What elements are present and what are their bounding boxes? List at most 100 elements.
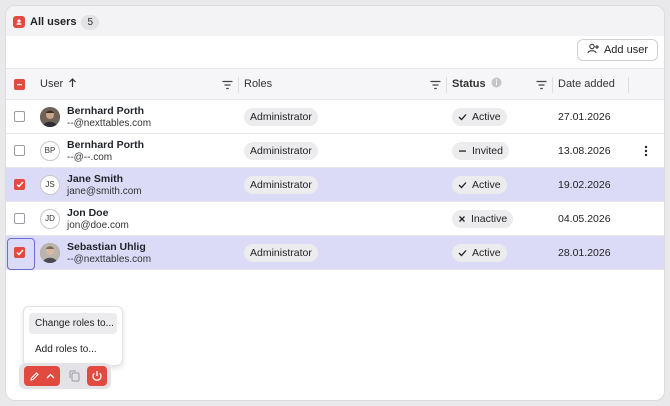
edit-dropdown-button[interactable] (24, 366, 60, 386)
roles-filter-icon[interactable] (430, 79, 441, 93)
status-cell: Active (452, 100, 552, 133)
user-cell: JD Jon Doe jon@doe.com (40, 202, 236, 235)
row-checkbox[interactable] (14, 111, 25, 122)
table-row[interactable]: JS Jane Smith jane@smith.com Administrat… (6, 168, 664, 202)
date-cell: 27.01.2026 (558, 100, 628, 133)
check-icon (458, 181, 467, 188)
status-badge: Active (452, 175, 507, 194)
tab-label: All users (30, 16, 77, 28)
user-cell: BP Bernhard Porth --@--.com (40, 134, 236, 167)
avatar (40, 106, 60, 127)
date-cell: 04.05.2026 (558, 202, 628, 235)
user-cell: Sebastian Uhlig --@nexttables.com (40, 236, 236, 269)
more-vertical-icon[interactable] (644, 145, 648, 157)
column-divider (238, 77, 239, 93)
status-filter-icon[interactable] (536, 79, 547, 93)
column-user[interactable]: User (40, 69, 236, 99)
add-user-label: Add user (603, 44, 648, 56)
table-row[interactable]: Sebastian Uhlig --@nexttables.com Admini… (6, 236, 664, 270)
roles-cell: Administrator (244, 134, 442, 167)
table-row[interactable]: BP Bernhard Porth --@--.com Administrato… (6, 134, 664, 168)
avatar: JS (40, 174, 60, 195)
info-icon[interactable] (491, 77, 502, 91)
add-user-button[interactable]: Add user (576, 39, 658, 61)
status-badge: Inactive (452, 209, 514, 228)
row-checkbox[interactable] (14, 145, 25, 156)
users-panel: All users 5 Add user User Roles Status D… (5, 5, 665, 401)
bulk-actions-popup: Change roles to... Add roles to... (23, 306, 123, 366)
role-chip: Administrator (244, 141, 318, 160)
row-checkbox-cell (14, 168, 32, 201)
avatar (40, 242, 60, 263)
status-label: Invited (472, 144, 503, 157)
add-user-icon (587, 43, 599, 57)
avatar: JD (40, 208, 60, 229)
user-filter-icon[interactable] (222, 79, 233, 93)
chevron-up-icon (46, 373, 55, 379)
role-chip: Administrator (244, 175, 318, 194)
user-email: --@nexttables.com (67, 117, 152, 129)
row-checkbox[interactable] (14, 179, 25, 190)
check-icon (458, 249, 467, 256)
column-date-added[interactable]: Date added (558, 69, 628, 99)
row-checkbox-cell (14, 100, 32, 133)
column-divider (552, 77, 553, 93)
tab-all-users[interactable]: All users 5 (13, 12, 100, 32)
pencil-icon (30, 371, 39, 381)
checkbox-focus-ring (7, 238, 35, 270)
user-name: Bernhard Porth (67, 104, 145, 117)
deactivate-button[interactable] (87, 366, 107, 386)
users-list-icon (13, 16, 25, 28)
column-roles[interactable]: Roles (244, 69, 442, 99)
user-email: --@nexttables.com (67, 253, 152, 265)
row-checkbox-cell (14, 202, 32, 235)
column-divider (446, 77, 447, 93)
row-more-menu[interactable] (636, 134, 656, 167)
date-added: 04.05.2026 (558, 212, 611, 225)
power-icon (92, 371, 102, 381)
avatar: BP (40, 140, 60, 161)
column-roles-label: Roles (244, 78, 273, 90)
column-divider (628, 77, 629, 93)
tab-bar: All users 5 (6, 6, 664, 36)
status-label: Active (472, 178, 501, 191)
table-row[interactable]: JD Jon Doe jon@doe.com Inactive 04.05.20… (6, 202, 664, 236)
status-badge: Active (452, 107, 507, 126)
select-all-cell (14, 69, 32, 99)
check-icon (458, 113, 467, 120)
date-cell: 19.02.2026 (558, 168, 628, 201)
row-checkbox-cell (14, 134, 32, 167)
table-row[interactable]: Bernhard Porth --@nexttables.com Adminis… (6, 100, 664, 134)
menu-item-change-roles[interactable]: Change roles to... (29, 313, 117, 334)
minus-icon (459, 149, 466, 152)
roles-cell: Administrator (244, 100, 442, 133)
copy-icon (69, 370, 79, 382)
user-cell: Bernhard Porth --@nexttables.com (40, 100, 236, 133)
date-added: 19.02.2026 (558, 178, 611, 191)
date-cell: 28.01.2026 (558, 236, 628, 269)
bulk-action-bar (19, 363, 111, 389)
status-label: Active (472, 246, 501, 259)
row-checkbox[interactable] (14, 213, 25, 224)
user-cell: JS Jane Smith jane@smith.com (40, 168, 236, 201)
copy-button[interactable] (65, 366, 83, 386)
sort-ascending-icon[interactable] (68, 77, 77, 91)
table-header: User Roles Status Date added (6, 68, 664, 100)
roles-cell (244, 202, 442, 235)
user-email: --@--.com (67, 151, 113, 163)
tab-count-badge: 5 (81, 14, 100, 30)
user-name: Jon Doe (67, 206, 109, 219)
status-label: Active (472, 110, 501, 123)
column-date-label: Date added (558, 78, 615, 90)
role-chip: Administrator (244, 107, 318, 126)
date-added: 27.01.2026 (558, 110, 611, 123)
toolbar: Add user (6, 36, 664, 70)
select-all-checkbox[interactable] (14, 78, 25, 90)
x-icon (459, 215, 465, 222)
menu-item-add-roles[interactable]: Add roles to... (29, 339, 117, 360)
status-badge: Invited (452, 141, 509, 160)
user-name: Bernhard Porth (67, 138, 145, 151)
roles-cell: Administrator (244, 236, 442, 269)
status-label: Inactive (471, 212, 508, 225)
user-name: Jane Smith (67, 172, 124, 185)
